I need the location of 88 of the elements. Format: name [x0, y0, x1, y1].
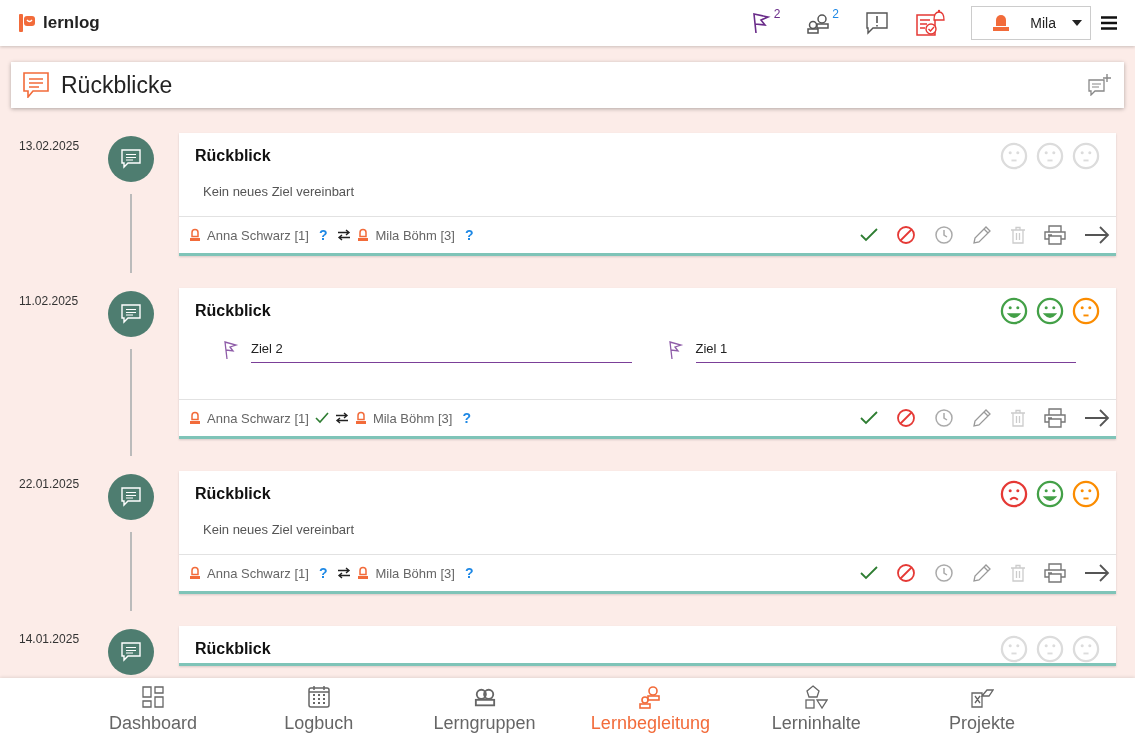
nav-tab[interactable]: Lernbegleitung [567, 678, 734, 736]
pending-mark: ? [462, 410, 471, 426]
speech-bubble-icon [121, 149, 141, 169]
person-icon [189, 566, 201, 580]
check-icon[interactable] [860, 227, 878, 243]
group-count: 2 [832, 7, 839, 21]
shapes-icon [804, 685, 829, 709]
dashboard-icon [140, 685, 165, 709]
speech-bubble-icon [121, 304, 141, 324]
smiley-icon[interactable] [1036, 297, 1064, 325]
swap-icon [334, 412, 349, 424]
people-icon [638, 685, 663, 709]
groups-button[interactable]: 2 [800, 9, 845, 37]
speech-bubble-icon [121, 642, 141, 662]
nav-tab[interactable]: Dashboard [70, 678, 236, 736]
goals-button[interactable]: 2 [745, 9, 787, 37]
check-icon[interactable] [860, 410, 878, 426]
speech-bubble-icon [121, 487, 141, 507]
person-icon [357, 566, 370, 580]
pending-mark: ? [318, 227, 328, 243]
person-name: Mila Böhm [3] [372, 410, 453, 426]
note-text: Kein neues Ziel vereinbart [202, 183, 356, 201]
arrow-right-icon[interactable] [1084, 226, 1110, 244]
pencil-icon[interactable] [972, 408, 992, 428]
add-note-icon[interactable] [1088, 74, 1112, 96]
entry-date: 11.02.2025 [18, 293, 80, 310]
smiley-icon[interactable] [1000, 297, 1028, 325]
nav-tab[interactable]: Lerngruppen [401, 678, 568, 736]
person-icon [189, 411, 201, 425]
clock-icon[interactable] [934, 225, 954, 245]
entry-date: 13.02.2025 [18, 138, 81, 155]
pencil-icon[interactable] [972, 225, 992, 245]
person-icon [354, 411, 367, 425]
clock-icon[interactable] [934, 408, 954, 428]
prohibited-icon[interactable] [896, 563, 916, 583]
exclamation-bubble-icon [865, 11, 889, 35]
smiley-icon[interactable] [1036, 480, 1064, 508]
pending-mark: ? [464, 227, 474, 243]
logo-icon [19, 14, 35, 32]
clipboard-bell-icon [915, 9, 945, 37]
person-name: Anna Schwarz [1] [207, 565, 309, 581]
prohibited-icon[interactable] [896, 408, 916, 428]
app-name: lernlog [43, 13, 100, 33]
smiley-icon[interactable] [1072, 480, 1100, 508]
user-dropdown[interactable]: Mila [971, 6, 1091, 40]
flag-icon [223, 340, 239, 360]
pending-mark: ? [464, 565, 474, 581]
printer-icon[interactable] [1044, 225, 1066, 245]
arrow-right-icon[interactable] [1084, 564, 1110, 582]
prohibited-icon[interactable] [896, 225, 916, 245]
nav-tab[interactable]: Projekte [899, 678, 1065, 736]
person-name: Mila Böhm [3] [375, 227, 455, 243]
page-title: Rückblicke [61, 71, 173, 99]
person-name: Anna Schwarz [1] [207, 410, 309, 426]
person-icon [357, 228, 370, 242]
card-title: Rückblick [195, 485, 271, 503]
person-name: Anna Schwarz [1] [207, 227, 309, 243]
goal-count: 2 [773, 7, 781, 21]
menu-icon[interactable] [1101, 16, 1117, 30]
swap-icon [337, 567, 352, 579]
printer-icon[interactable] [1044, 408, 1066, 428]
nav-tab[interactable]: Logbuch [235, 678, 402, 736]
person-icon [189, 228, 201, 242]
group-icon [472, 687, 497, 709]
clock-icon[interactable] [934, 563, 954, 583]
person-icon [992, 14, 1010, 32]
printer-icon[interactable] [1044, 563, 1066, 583]
card-title: Rückblick [195, 640, 271, 658]
person-name: Mila Böhm [3] [375, 565, 455, 581]
flag-icon [667, 340, 684, 360]
goal-field[interactable]: Ziel 1 [695, 337, 1076, 363]
caret-icon [1072, 20, 1082, 26]
calendar-icon [306, 685, 331, 709]
goal-field[interactable]: Ziel 2 [251, 337, 632, 363]
arrow-right-icon[interactable] [1084, 409, 1110, 427]
note-text: Kein neues Ziel vereinbart [202, 521, 356, 539]
card-title: Rückblick [195, 147, 271, 165]
card-title: Rückblick [195, 302, 271, 320]
entry-date: 14.01.2025 [18, 631, 81, 648]
pencil-icon[interactable] [972, 563, 992, 583]
nav-tab[interactable]: Lerninhalte [733, 678, 900, 736]
entry-date: 22.01.2025 [18, 476, 81, 493]
speech-bubble-icon [23, 72, 49, 98]
pending-mark: ? [318, 565, 328, 581]
check-icon[interactable] [860, 565, 878, 581]
swap-icon [337, 229, 352, 241]
smiley-icon[interactable] [1000, 480, 1028, 508]
smiley-icon[interactable] [1072, 297, 1100, 325]
